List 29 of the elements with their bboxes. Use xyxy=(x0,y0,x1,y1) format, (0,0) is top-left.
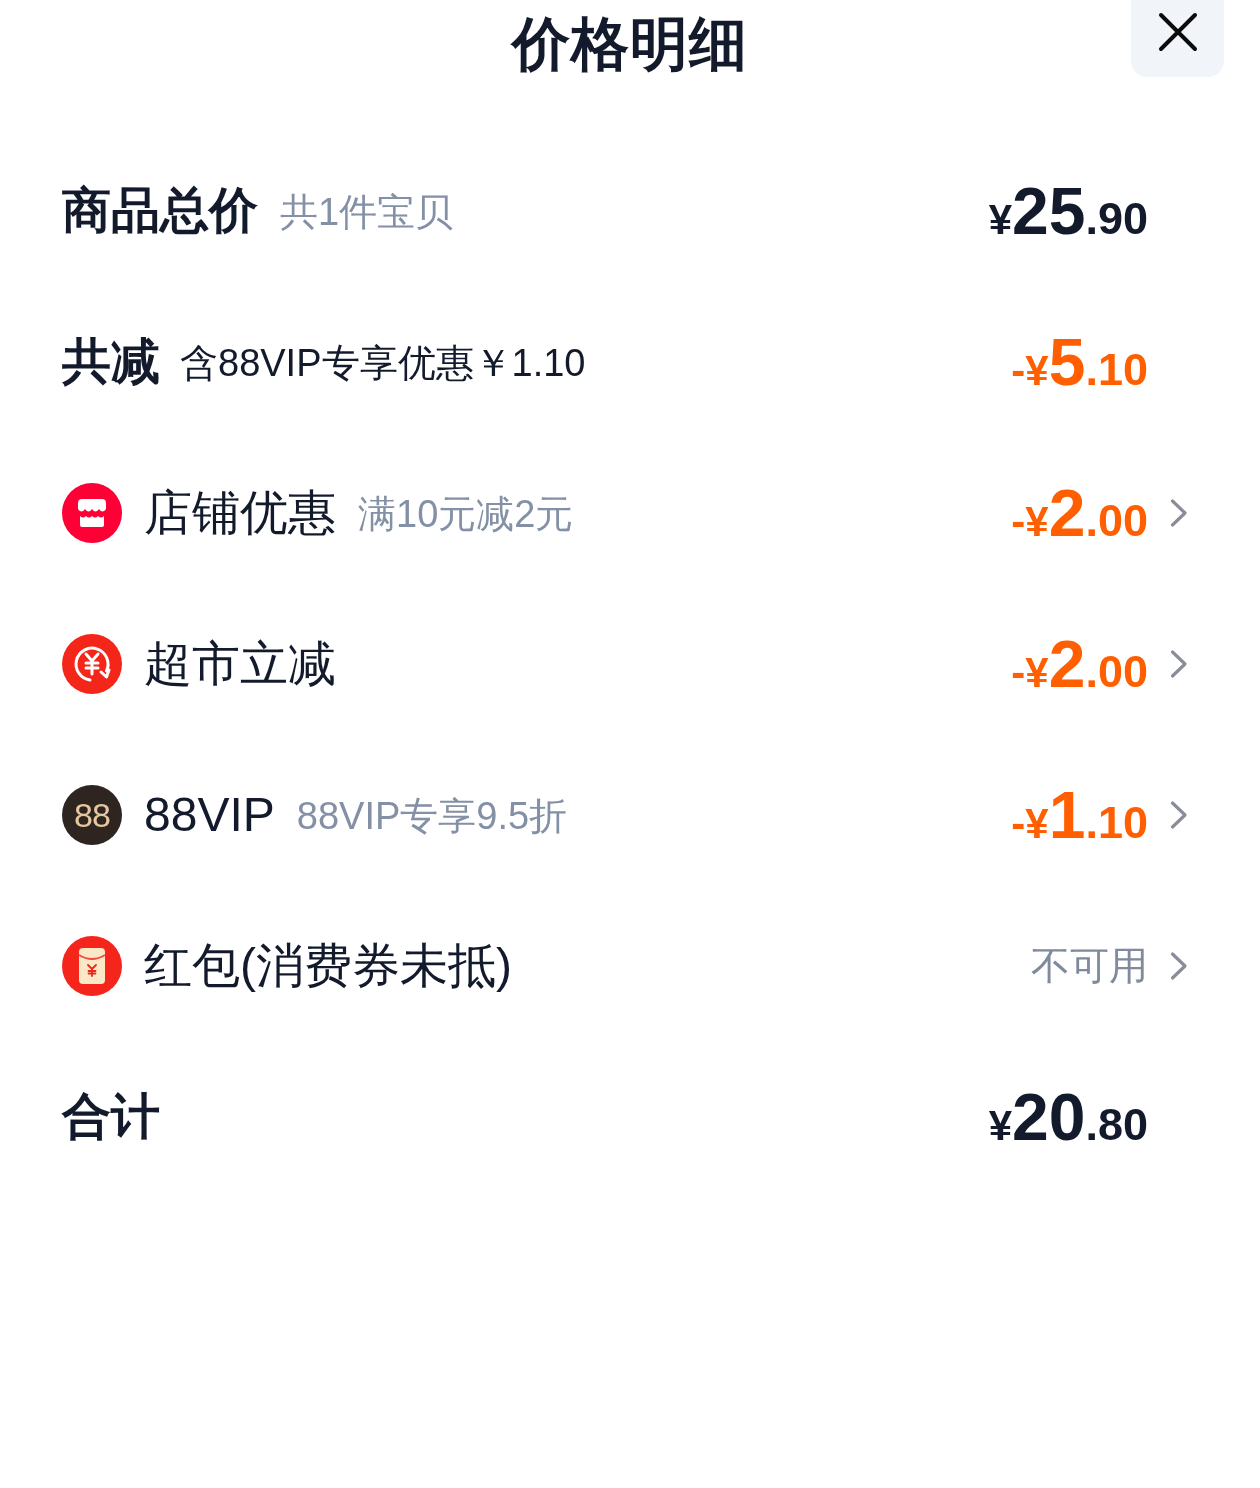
row-note: 共1件宝贝 xyxy=(280,190,454,235)
chevron-icon[interactable] xyxy=(1170,497,1188,528)
price-amount: -¥2.00 xyxy=(1011,479,1148,546)
row-label: 88VIP xyxy=(144,787,275,842)
chevron-icon[interactable] xyxy=(1170,799,1188,830)
price-amount: -¥1.10 xyxy=(1011,781,1148,848)
close-button[interactable] xyxy=(1131,0,1224,77)
price-amount: ¥20.80 xyxy=(988,1083,1148,1150)
price-amount: ¥25.90 xyxy=(988,177,1148,244)
chevron-icon[interactable] xyxy=(1170,950,1188,981)
status-text: 不可用 xyxy=(1031,942,1148,989)
close-icon xyxy=(1157,11,1198,52)
row-label: 商品总价 xyxy=(62,181,258,239)
row-label: 合计 xyxy=(62,1087,160,1145)
row-label: 共减 xyxy=(62,332,160,390)
row-label: 超市立减 xyxy=(144,635,336,692)
chevron-icon[interactable] xyxy=(1170,648,1188,679)
price-amount: -¥5.10 xyxy=(1011,328,1148,395)
vip-badge: 88 xyxy=(62,784,122,845)
row-label: 店铺优惠 xyxy=(144,484,336,541)
yen-refresh-icon xyxy=(62,633,122,694)
envelope-icon xyxy=(62,935,122,996)
row-note: 88VIP专享9.5折 xyxy=(296,794,568,839)
page-title: 价格明细 xyxy=(512,10,748,78)
price-amount: -¥2.00 xyxy=(1011,630,1148,697)
store-icon xyxy=(62,482,122,543)
row-label: 红包(消费券未抵) xyxy=(144,937,512,994)
row-note: 含88VIP专享优惠￥1.10 xyxy=(180,341,586,386)
row-note: 满10元减2元 xyxy=(358,492,574,537)
